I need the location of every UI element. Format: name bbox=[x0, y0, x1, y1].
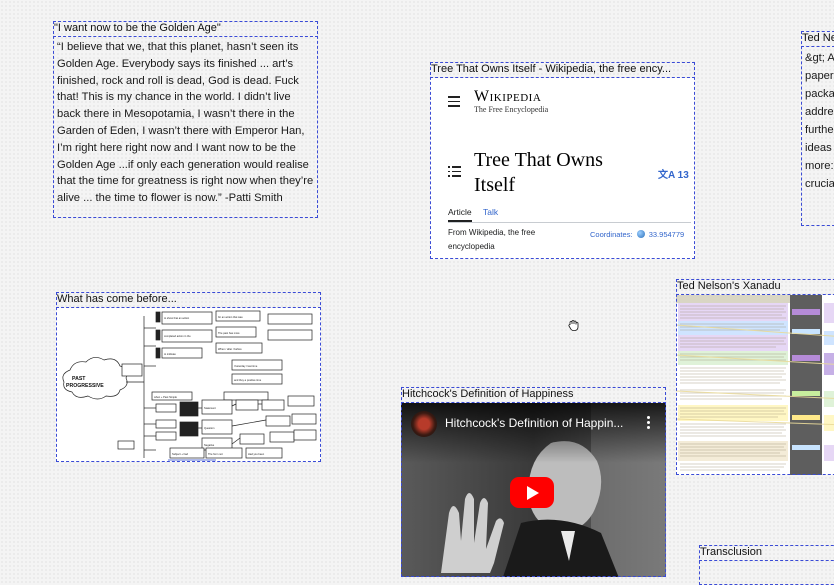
wikipedia-logo[interactable]: Wikipedia The Free Encyclopedia bbox=[474, 88, 548, 114]
svg-text:for an action that was: for an action that was bbox=[218, 315, 243, 319]
quote-card[interactable]: "I want now to be the Golden Age" “I bel… bbox=[53, 21, 318, 218]
svg-text:Subject + had: Subject + had bbox=[172, 452, 188, 456]
xanadu-card[interactable]: Ted Nelson's Xanadu bbox=[676, 279, 834, 475]
snippet-line: furthe bbox=[805, 124, 834, 136]
svg-text:and they a positive time: and they a positive time bbox=[234, 378, 262, 382]
menu-icon[interactable] bbox=[448, 96, 460, 107]
coordinates-value: 33.954779 bbox=[648, 230, 685, 239]
snippet-line: crucia bbox=[805, 178, 834, 190]
more-options-icon[interactable] bbox=[647, 416, 650, 431]
from-wikipedia-text: From Wikipedia, the free encyclopedia bbox=[448, 228, 536, 251]
video-title-overlay bbox=[401, 403, 666, 463]
svg-text:to show that an action: to show that an action bbox=[164, 316, 190, 320]
wikipedia-wordmark: Wikipedia bbox=[474, 88, 542, 105]
wikipedia-card-title: Tree That Owns Itself - Wikipedia, the f… bbox=[430, 62, 695, 78]
snippet-line: more: bbox=[805, 160, 834, 172]
channel-avatar[interactable] bbox=[411, 411, 437, 437]
coordinates-label: Coordinates: bbox=[590, 230, 633, 239]
hitchcock-video-card[interactable]: Hitchcock's Definition of Happiness Hitc… bbox=[401, 387, 666, 577]
language-count: 13 bbox=[677, 170, 689, 181]
wikipedia-tagline: The Free Encyclopedia bbox=[474, 105, 549, 114]
transclusion-card[interactable]: Transclusion bbox=[699, 545, 834, 585]
svg-text:completed action in the: completed action in the bbox=[164, 334, 191, 338]
transclusion-card-title: Transclusion bbox=[699, 545, 834, 561]
xanadu-svg bbox=[676, 295, 834, 475]
article-title: Tree That Owns Itself bbox=[474, 149, 603, 196]
ted-nelson-text-card[interactable]: Ted Ne &gt; A paper packa addre furthe i… bbox=[801, 31, 834, 226]
coordinates-link[interactable]: Coordinates: 33.954779 bbox=[590, 230, 684, 239]
tab-talk[interactable]: Talk bbox=[483, 207, 498, 217]
grab-cursor-icon bbox=[568, 320, 579, 331]
snippet-line: addre bbox=[805, 106, 834, 118]
wikipedia-card[interactable]: Tree That Owns Itself - Wikipedia, the f… bbox=[430, 62, 695, 259]
article-tabs: Article Talk bbox=[448, 204, 691, 223]
diagram-svg: to show that an action completed action … bbox=[62, 310, 317, 461]
ted-nelson-text-card-title: Ted Ne bbox=[801, 31, 834, 47]
past-progressive-diagram-card[interactable]: What has come before... to show that an … bbox=[56, 292, 321, 462]
svg-text:Yesterday / last time: Yesterday / last time bbox=[234, 364, 258, 368]
svg-text:when + Past Simple: when + Past Simple bbox=[154, 395, 178, 399]
language-button[interactable]: 文A 13 bbox=[658, 166, 689, 181]
svg-text:Had you been: Had you been bbox=[248, 452, 265, 456]
snippet-line: &gt; A bbox=[805, 52, 834, 64]
svg-text:Question: Question bbox=[204, 426, 215, 430]
translate-icon: 文A bbox=[658, 170, 675, 181]
snippet-line: ideas bbox=[805, 142, 832, 154]
svg-text:Statement: Statement bbox=[204, 406, 216, 410]
play-button[interactable] bbox=[510, 477, 554, 508]
diagram-center-label-2: PROGRESSIVE bbox=[66, 383, 104, 389]
svg-text:to indicate: to indicate bbox=[164, 352, 176, 356]
tab-article[interactable]: Article bbox=[448, 207, 472, 222]
snippet-line: packa bbox=[805, 88, 834, 100]
quote-text: “I believe that we, that this planet, ha… bbox=[57, 41, 314, 205]
diagram-image: to show that an action completed action … bbox=[56, 308, 321, 462]
xanadu-card-title: Ted Nelson's Xanadu bbox=[676, 279, 834, 295]
video-title[interactable]: Hitchcock's Definition of Happin... bbox=[445, 416, 623, 430]
snippet-line: paper bbox=[805, 70, 834, 82]
wikipedia-embed[interactable]: Wikipedia The Free Encyclopedia Tree Tha… bbox=[430, 78, 695, 259]
diagram-center-label-1: PAST bbox=[72, 376, 86, 382]
diagram-card-title: What has come before... bbox=[56, 292, 321, 308]
svg-text:Negative: Negative bbox=[204, 443, 215, 447]
svg-text:The form not: The form not bbox=[208, 452, 223, 456]
youtube-embed[interactable]: Hitchcock's Definition of Happin... bbox=[401, 403, 666, 577]
svg-text:The past has more: The past has more bbox=[218, 331, 240, 335]
xanadu-screenshot bbox=[676, 295, 834, 475]
quote-card-title: "I want now to be the Golden Age" bbox=[53, 21, 318, 37]
globe-icon bbox=[636, 230, 645, 238]
table-of-contents-icon[interactable] bbox=[448, 166, 461, 180]
video-card-title: Hitchcock's Definition of Happiness bbox=[401, 387, 666, 403]
svg-text:When / after / before: When / after / before bbox=[218, 347, 242, 351]
